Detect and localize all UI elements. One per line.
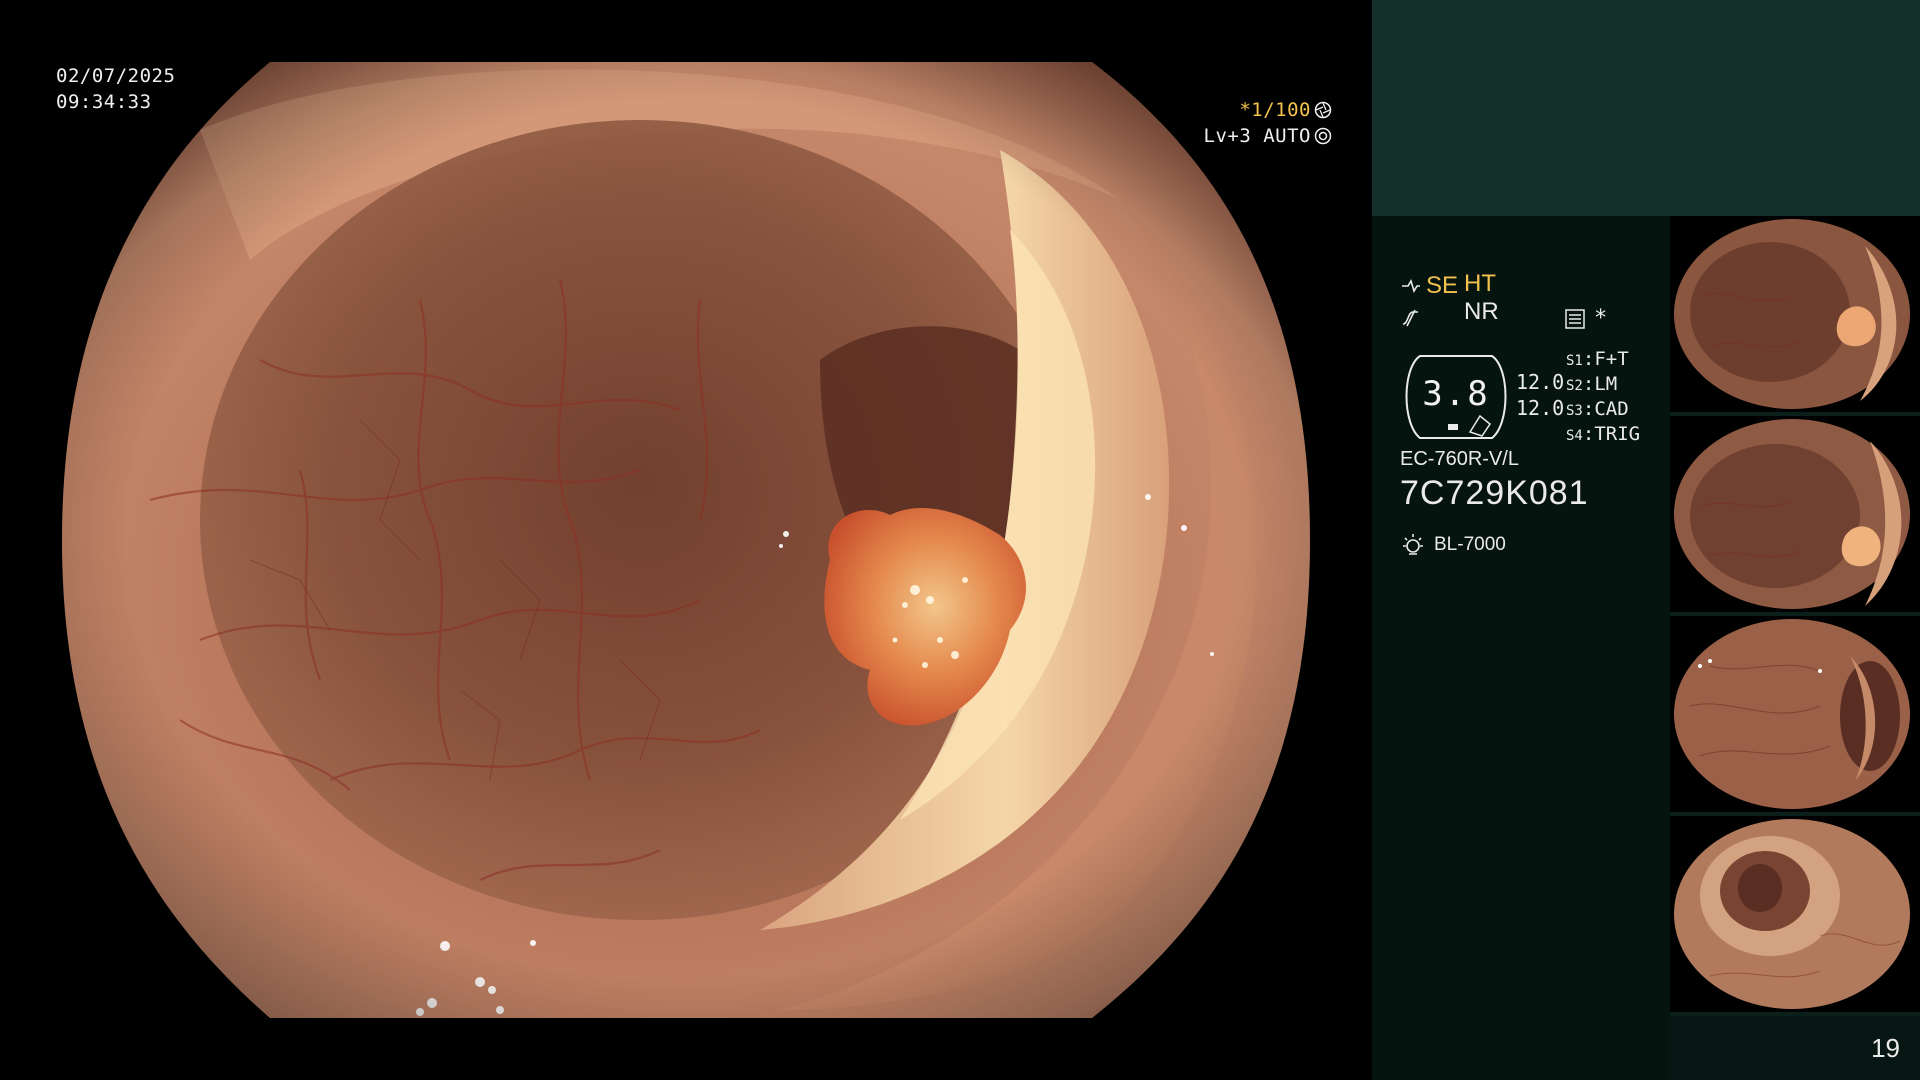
info-panel: HT NR SE * 3.8 12.0 12.0 S1:F+T S2:LM S3… bbox=[1372, 0, 1920, 1080]
settings-panel: HT NR SE * 3.8 12.0 12.0 S1:F+T S2:LM S3… bbox=[1372, 216, 1670, 1080]
light-source: BL-7000 bbox=[1400, 532, 1506, 558]
timestamp: 02/07/2025 09:34:33 bbox=[56, 63, 175, 115]
endoscope-view: 02/07/2025 09:34:33 *1/100 Lv+3 AUTO bbox=[0, 0, 1372, 1080]
slot-2: S2:LM bbox=[1566, 373, 1618, 395]
endoscope-image bbox=[62, 62, 1310, 1018]
light-source-label: BL-7000 bbox=[1434, 534, 1506, 555]
scope-model: EC-760R-V/L bbox=[1400, 448, 1519, 470]
lamp-icon bbox=[1403, 534, 1423, 555]
scope-serial: 7C729K081 bbox=[1400, 474, 1589, 512]
thumbnail-1[interactable] bbox=[1670, 216, 1920, 416]
structure-mode: SE bbox=[1426, 272, 1459, 299]
thumbnail-4[interactable] bbox=[1670, 816, 1920, 1016]
aperture-icon bbox=[1314, 101, 1332, 119]
page-number: 19 bbox=[1871, 1033, 1900, 1063]
thumbnail-image bbox=[1670, 416, 1920, 612]
thumbnail-image bbox=[1670, 616, 1920, 812]
thumbnail-3[interactable] bbox=[1670, 616, 1920, 816]
star-label: * bbox=[1594, 306, 1608, 331]
structure-row: SE bbox=[1400, 272, 1458, 300]
exposure-info: *1/100 Lv+3 AUTO bbox=[1204, 97, 1332, 149]
slot-1: S1:F+T bbox=[1566, 348, 1629, 370]
zoom-value: 3.8 bbox=[1422, 374, 1490, 414]
iris-icon bbox=[1314, 127, 1332, 145]
date-label: 02/07/2025 bbox=[56, 65, 176, 87]
zoom-badge: 3.8 bbox=[1400, 352, 1512, 440]
mode-secondary: NR bbox=[1464, 298, 1499, 325]
mode-primary: HT bbox=[1464, 270, 1497, 297]
thumbnail-2[interactable] bbox=[1670, 416, 1920, 616]
panel-header bbox=[1372, 0, 1920, 216]
slot-3: S3:CAD bbox=[1566, 398, 1629, 420]
memo-icon bbox=[1565, 309, 1585, 329]
shutter-label: *1/100 bbox=[1239, 99, 1311, 121]
thumbnail-image bbox=[1670, 216, 1920, 412]
value-bottom: 12.0 bbox=[1516, 396, 1565, 420]
gain-icon bbox=[1402, 309, 1418, 327]
thumbnail-image bbox=[1670, 816, 1920, 1012]
value-top: 12.0 bbox=[1516, 370, 1565, 394]
level-label: Lv+3 AUTO bbox=[1203, 125, 1311, 147]
slot-4: S4:TRIG bbox=[1566, 423, 1641, 445]
time-label: 09:34:33 bbox=[56, 91, 152, 113]
structure-enhance-icon bbox=[1402, 279, 1420, 293]
